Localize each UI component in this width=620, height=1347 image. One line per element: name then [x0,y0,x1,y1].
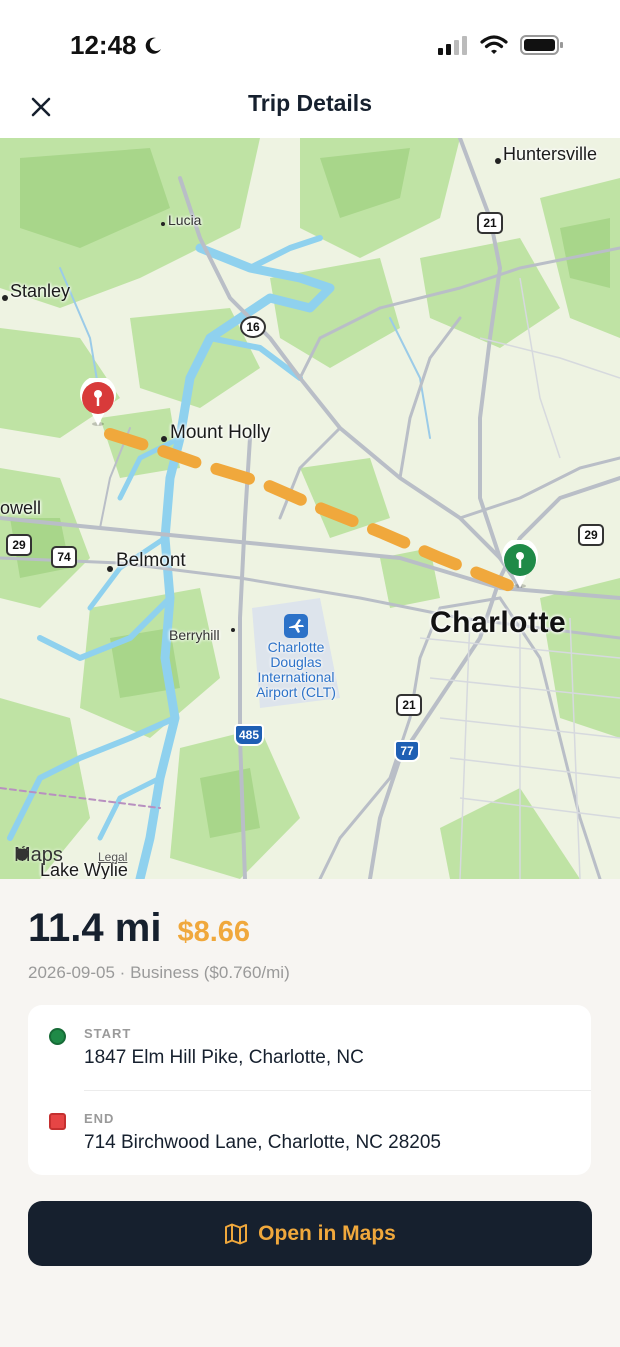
apple-maps-logo: Maps [14,844,63,867]
highway-shield-i485: 485 [234,724,265,746]
map-label-stanley: Stanley [10,281,71,301]
trip-summary: 11.4 mi $8.66 2026-09-05 · Business ($0.… [28,906,290,983]
moon-icon [145,37,161,54]
address-card: START 1847 Elm Hill Pike, Charlotte, NC … [28,1005,591,1175]
map-label-airport: Charlotte Douglas International Airport … [256,639,336,700]
open-in-maps-button[interactable]: Open in Maps [28,1201,592,1266]
highway-shield-nc16: 16 [240,316,266,338]
map-label-lowell: owell [0,498,42,518]
status-icons [438,34,564,56]
status-time: 12:48 [70,30,163,61]
highway-shield-us29-right: 29 [578,524,604,546]
end-address-row[interactable]: END 714 Birchwood Lane, Charlotte, NC 28… [28,1090,591,1175]
start-address: 1847 Elm Hill Pike, Charlotte, NC [84,1047,364,1068]
berryhill-dot [231,628,235,632]
trip-meta: 2026-09-05 · Business ($0.760/mi) [28,963,290,982]
distance-row: 11.4 mi $8.66 [28,906,290,951]
mount-holly-dot [161,436,167,442]
belmont-dot [107,566,113,572]
highway-shield-us21: 21 [477,212,503,234]
cellular-signal-icon [438,36,467,55]
map-label-mount-holly: Mount Holly [170,422,271,443]
start-marker-icon [49,1028,66,1045]
end-address: 714 Birchwood Lane, Charlotte, NC 28205 [84,1132,442,1153]
airport-icon [284,614,308,638]
status-bar: 12:48 [0,0,620,80]
map-label-lucia: Lucia [168,212,202,228]
time-text: 12:48 [70,30,137,60]
start-address-row[interactable]: START 1847 Elm Hill Pike, Charlotte, NC [28,1005,591,1090]
start-label: START [84,1026,132,1041]
end-marker-icon [49,1113,66,1130]
wifi-icon [480,35,508,54]
page-title: Trip Details [248,90,372,116]
trip-distance: 11.4 mi [28,906,162,950]
map-label-berryhill: Berryhill [169,627,220,643]
lucia-dot [161,222,165,226]
apple-icon [16,846,28,861]
highway-shield-74: 74 [51,546,77,568]
end-pin[interactable] [78,378,118,428]
start-pin[interactable] [500,540,540,590]
map-background [0,138,620,879]
open-in-maps-label: Open in Maps [258,1221,396,1245]
stanley-dot [2,295,8,301]
route-map[interactable]: Huntersville Lucia Stanley Mount Holly o… [0,138,620,879]
map-icon [225,1223,248,1244]
map-label-charlotte: Charlotte [430,606,567,639]
highway-shield-us21-bottom: 21 [396,694,422,716]
navbar: Trip Details [0,80,620,138]
map-label-belmont: Belmont [116,550,186,571]
legal-link[interactable]: Legal [98,850,127,864]
highway-shield-i77: 77 [394,740,420,762]
battery-icon [520,35,563,55]
huntersville-dot [495,158,501,164]
highway-shield-us29-left: 29 [6,534,32,556]
trip-amount: $8.66 [177,916,251,948]
map-label-huntersville: Huntersville [503,144,598,164]
end-label: END [84,1111,115,1126]
